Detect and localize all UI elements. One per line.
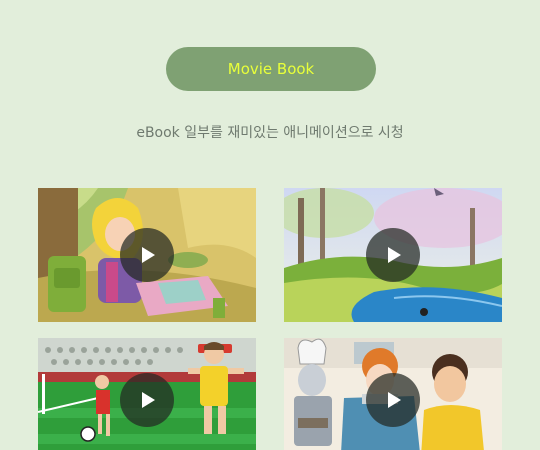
play-button[interactable] bbox=[120, 373, 174, 427]
page-subtitle: eBook 일부를 재미있는 애니메이션으로 시청 bbox=[136, 125, 404, 141]
play-icon bbox=[142, 392, 155, 408]
movie-book-button-label: Movie Book bbox=[227, 60, 315, 78]
play-icon bbox=[142, 247, 155, 263]
play-icon bbox=[388, 392, 401, 408]
play-button[interactable] bbox=[366, 228, 420, 282]
play-button[interactable] bbox=[120, 228, 174, 282]
play-icon bbox=[388, 247, 401, 263]
movie-book-button[interactable]: Movie Book bbox=[166, 47, 376, 91]
video-thumbnail-2[interactable] bbox=[284, 188, 502, 322]
video-thumbnail-4[interactable] bbox=[284, 338, 502, 450]
play-button[interactable] bbox=[366, 373, 420, 427]
video-thumbnail-1[interactable] bbox=[38, 188, 256, 322]
video-thumbnail-3[interactable] bbox=[38, 338, 256, 450]
